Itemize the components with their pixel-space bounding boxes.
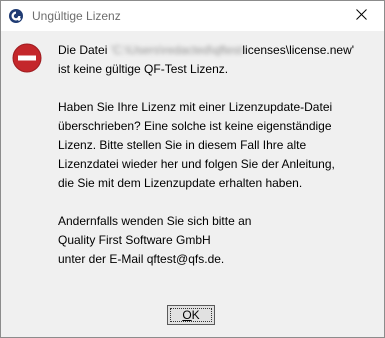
error-icon bbox=[12, 43, 42, 73]
text-line: Lizenz. Bitte stellen Sie in diesem Fall… bbox=[58, 138, 307, 152]
text-line: Haben Sie Ihre Lizenz mit einer Lizenzup… bbox=[58, 100, 333, 114]
dialog-window: Ungültige Lizenz Die Datei 'C:\Users\red… bbox=[0, 0, 385, 338]
contact-paragraph: Andernfalls wenden Sie sich bitte an Qua… bbox=[58, 212, 378, 269]
message-text: Die Datei 'C:\Users\redacted\qftestlicen… bbox=[58, 41, 378, 269]
file-suffix: licenses\license.new' bbox=[242, 43, 355, 57]
ok-label-rest: K bbox=[191, 308, 200, 322]
update-hint-paragraph: Haben Sie Ihre Lizenz mit einer Lizenzup… bbox=[58, 98, 378, 193]
text-line: die Sie mit dem Lizenzupdate erhalten ha… bbox=[58, 176, 303, 190]
text-line: Andernfalls wenden Sie sich bitte an bbox=[58, 214, 252, 228]
contact-email-line: unter der E-Mail qftest@qfs.de. bbox=[58, 252, 225, 266]
close-icon bbox=[355, 7, 367, 25]
text-line: Lizenzdatei wieder her und folgen Sie de… bbox=[58, 157, 335, 171]
window-title: Ungültige Lizenz bbox=[32, 9, 121, 23]
file-line: Die Datei 'C:\Users\redacted\qftestlicen… bbox=[58, 41, 378, 60]
title-bar[interactable]: Ungültige Lizenz bbox=[1, 1, 384, 31]
text-line: überschrieben? Eine solche ist keine eig… bbox=[58, 119, 332, 133]
ok-button[interactable]: OK bbox=[167, 305, 215, 325]
dialog-content: Die Datei 'C:\Users\redacted\qftestlicen… bbox=[1, 31, 384, 337]
close-button[interactable] bbox=[338, 1, 384, 31]
invalid-license-line: ist keine gültige QF-Test Lizenz. bbox=[58, 62, 229, 76]
redacted-path: 'C:\Users\redacted\qftest bbox=[110, 43, 243, 57]
ok-mnemonic: O bbox=[182, 308, 192, 322]
company-name: Quality First Software GmbH bbox=[58, 233, 211, 247]
invalid-file-paragraph: Die Datei 'C:\Users\redacted\qftestlicen… bbox=[58, 41, 378, 79]
file-prefix: Die Datei bbox=[58, 43, 111, 57]
qftest-logo-icon bbox=[8, 8, 24, 24]
